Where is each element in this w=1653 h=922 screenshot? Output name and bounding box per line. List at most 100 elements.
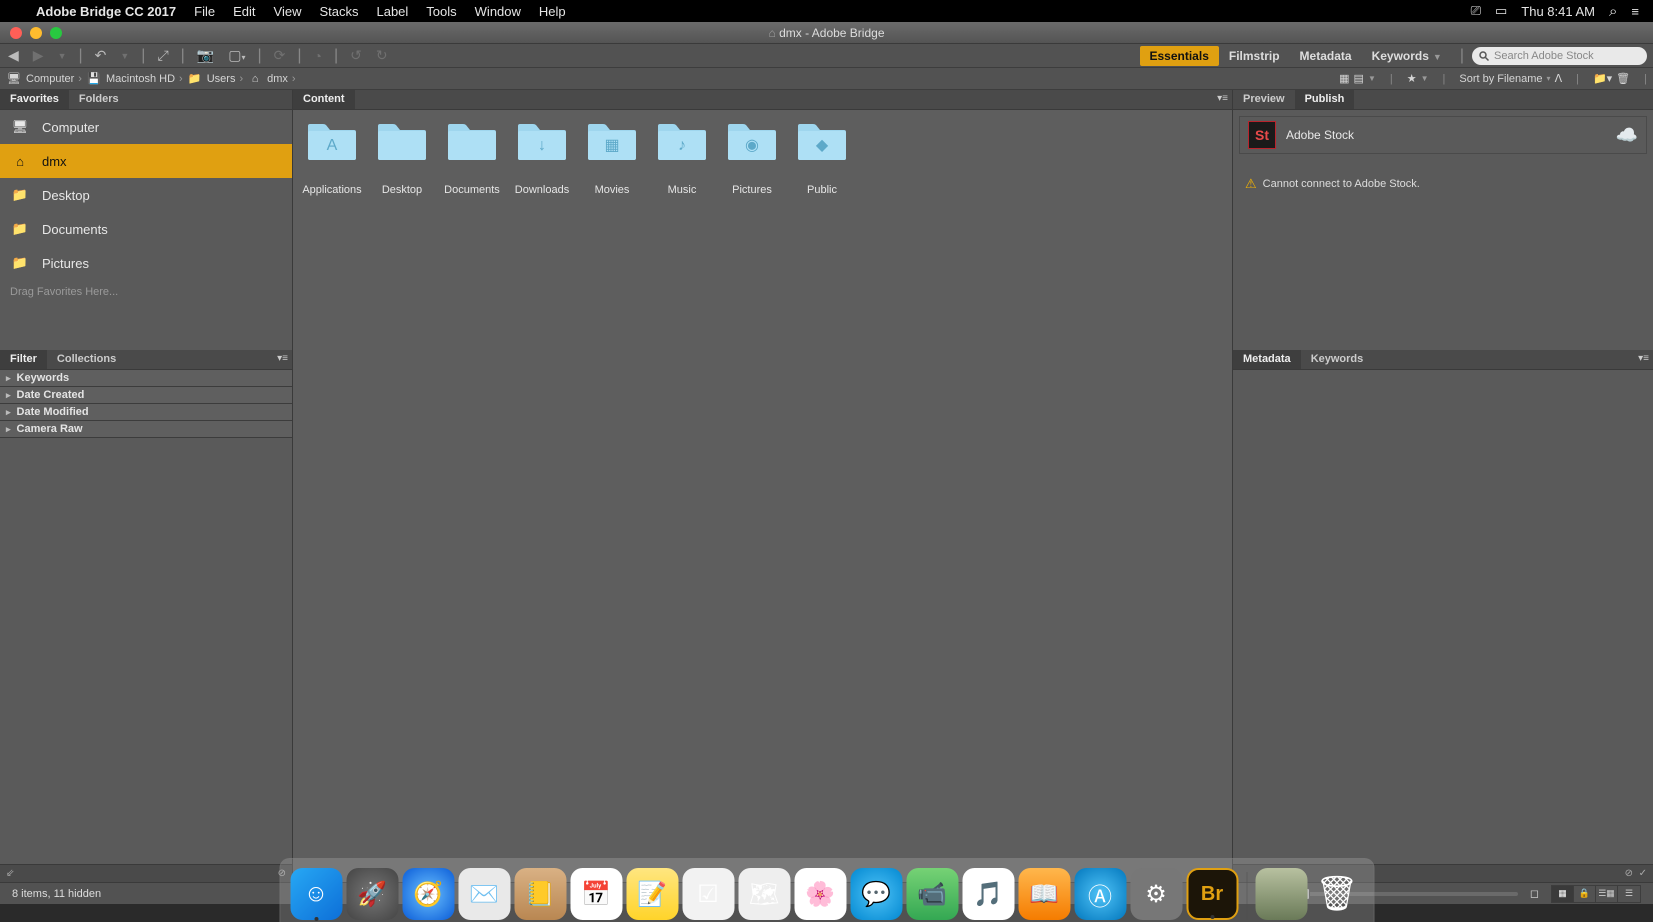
adobe-stock-search[interactable]: Search Adobe Stock (1472, 47, 1647, 65)
nav-forward-button[interactable]: ▶ (31, 47, 46, 64)
crumb-macintosh-hd[interactable]: 💾Macintosh HD (86, 72, 175, 86)
folder-pictures[interactable]: ◉ Pictures (723, 120, 781, 197)
menu-help[interactable]: Help (539, 4, 566, 19)
dock-facetime[interactable]: 📹 (906, 868, 958, 920)
crumb-users[interactable]: 📁Users (187, 72, 236, 86)
tab-favorites[interactable]: Favorites (0, 90, 69, 109)
metadata-cancel-button[interactable]: ⊘ (1625, 868, 1633, 879)
folder-public[interactable]: ◆ Public (793, 120, 851, 197)
tab-metadata[interactable]: Metadata (1233, 350, 1301, 369)
rotate-cw-button[interactable]: ↻ (374, 47, 390, 64)
new-folder-button[interactable]: 📁▾ (1593, 72, 1612, 85)
dock-preferences[interactable]: ⚙ (1130, 868, 1182, 920)
dock-trash[interactable]: 🗑 (1311, 868, 1363, 920)
sort-control[interactable]: Sort by Filename▾ᐱ (1459, 72, 1562, 85)
output-button[interactable]: ▢▾ (226, 47, 247, 64)
thumb-size-large-icon[interactable]: ◻ (1530, 887, 1539, 900)
tab-content[interactable]: Content (293, 90, 355, 109)
menu-window[interactable]: Window (475, 4, 521, 19)
screen-share-icon[interactable]: ⎚ (1471, 3, 1481, 19)
window-close-button[interactable] (10, 27, 22, 39)
tab-right-keywords[interactable]: Keywords (1301, 350, 1374, 369)
favorite-dmx[interactable]: ⌂dmx (0, 144, 292, 178)
folder-downloads[interactable]: ↓ Downloads (513, 120, 571, 197)
menu-edit[interactable]: Edit (233, 4, 255, 19)
dock-reminders[interactable]: ☑ (682, 868, 734, 920)
dock-desktop-preview[interactable] (1255, 868, 1307, 920)
filter-date-modified[interactable]: Date Modified (0, 404, 292, 421)
tab-preview[interactable]: Preview (1233, 90, 1295, 109)
tab-publish[interactable]: Publish (1295, 90, 1355, 109)
notification-center-icon[interactable]: ≡ (1631, 4, 1639, 19)
menu-view[interactable]: View (274, 4, 302, 19)
adobe-stock-row[interactable]: St Adobe Stock ☁️ (1239, 116, 1647, 154)
favorite-computer[interactable]: 🖥Computer (0, 110, 292, 144)
trash-button[interactable]: 🗑 (1616, 72, 1630, 85)
menu-tools[interactable]: Tools (426, 4, 456, 19)
folder-applications[interactable]: A Applications (303, 120, 361, 197)
display-icon[interactable]: ▭ (1495, 3, 1507, 19)
dock-itunes[interactable]: 🎵 (962, 868, 1014, 920)
tab-filter[interactable]: Filter (0, 350, 47, 369)
folder-movies[interactable]: ▦ Movies (583, 120, 641, 197)
folder-desktop[interactable]: Desktop (373, 120, 431, 197)
sort-asc-icon[interactable]: ᐱ (1555, 72, 1563, 85)
menu-file[interactable]: File (194, 4, 215, 19)
view-mode-lock[interactable]: 🔒 (1574, 886, 1596, 902)
view-mode-thumbnails[interactable]: ▦ (1552, 886, 1574, 902)
app-menu[interactable]: Adobe Bridge CC 2017 (36, 4, 176, 19)
dock-appstore[interactable]: Ⓐ (1074, 868, 1126, 920)
dock-photos[interactable]: 🌸 (794, 868, 846, 920)
metadata-panel-menu[interactable]: ▾≡ (1638, 353, 1649, 364)
nav-back-button[interactable]: ◀ (6, 47, 21, 64)
menu-label[interactable]: Label (376, 4, 408, 19)
filter-panel-menu[interactable]: ▾≡ (277, 353, 288, 364)
workspace-metadata[interactable]: Metadata (1290, 46, 1362, 66)
folder-music[interactable]: ♪ Music (653, 120, 711, 197)
metadata-apply-button[interactable]: ✓ (1639, 868, 1647, 879)
view-mode-details[interactable]: ☰▦ (1596, 886, 1618, 902)
dock-ibooks[interactable]: 📖 (1018, 868, 1070, 920)
menubar-clock[interactable]: Thu 8:41 AM (1521, 4, 1595, 19)
dock-notes[interactable]: 📝 (626, 868, 678, 920)
dock-calendar[interactable]: 📅 (570, 868, 622, 920)
view-options-buttons[interactable]: ▦▤▼ (1339, 72, 1376, 85)
folder-documents[interactable]: Documents (443, 120, 501, 197)
refine-button[interactable]: ⟳ (272, 47, 288, 64)
window-zoom-button[interactable] (50, 27, 62, 39)
workspace-keywords[interactable]: Keywords▼ (1362, 46, 1452, 66)
nav-history-dropdown[interactable]: ▼ (56, 51, 69, 61)
dock-messages[interactable]: 💬 (850, 868, 902, 920)
content-panel-menu[interactable]: ▾≡ (1217, 93, 1228, 104)
menu-stacks[interactable]: Stacks (319, 4, 358, 19)
dock-maps[interactable]: 🗺 (738, 868, 790, 920)
filter-pin-button[interactable]: ⇙ (6, 868, 14, 879)
favorite-documents[interactable]: 📁Documents (0, 212, 292, 246)
boomerang-button[interactable]: ⤢ (155, 47, 170, 64)
workspace-filmstrip[interactable]: Filmstrip (1219, 46, 1290, 66)
filter-keywords[interactable]: Keywords (0, 370, 292, 387)
dock-bridge[interactable]: Br (1186, 868, 1238, 920)
window-minimize-button[interactable] (30, 27, 42, 39)
filter-camera-raw[interactable]: Camera Raw (0, 421, 292, 438)
crumb-dmx[interactable]: ⌂dmx (247, 72, 288, 86)
open-camera-raw-button[interactable]: ◔ (312, 48, 324, 64)
view-mode-list[interactable]: ☰ (1618, 886, 1640, 902)
dock-finder[interactable]: ☺ (290, 868, 342, 920)
dock-mail[interactable]: ✉️ (458, 868, 510, 920)
dock-safari[interactable]: 🧭 (402, 868, 454, 920)
favorite-desktop[interactable]: 📁Desktop (0, 178, 292, 212)
filter-date-created[interactable]: Date Created (0, 387, 292, 404)
crumb-computer[interactable]: 🖥Computer (6, 72, 74, 86)
filter-star-button[interactable]: ★▼ (1407, 72, 1429, 85)
tab-collections[interactable]: Collections (47, 350, 126, 369)
recent-dropdown[interactable]: ▼ (118, 51, 131, 61)
favorite-pictures[interactable]: 📁Pictures (0, 246, 292, 280)
spotlight-icon[interactable]: ⌕ (1609, 3, 1617, 20)
tab-folders[interactable]: Folders (69, 90, 129, 109)
get-photos-button[interactable]: 📷 (195, 47, 216, 64)
dock-contacts[interactable]: 📒 (514, 868, 566, 920)
reveal-recent-button[interactable]: ↶ (93, 47, 109, 64)
rotate-ccw-button[interactable]: ↺ (348, 47, 364, 64)
dock-launchpad[interactable]: 🚀 (346, 868, 398, 920)
